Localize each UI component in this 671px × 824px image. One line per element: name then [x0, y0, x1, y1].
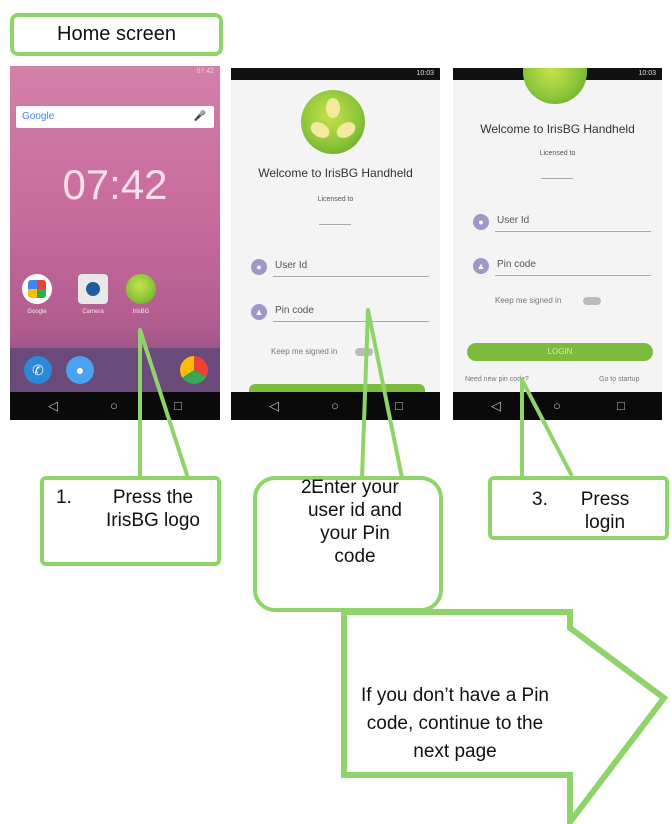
license-line [541, 178, 573, 179]
app-label-irisbg: IrisBG [132, 309, 150, 315]
keep-signed-toggle[interactable] [355, 348, 373, 356]
lock-icon: ▲ [473, 258, 489, 274]
nav-bar: ◁ ○ □ [453, 392, 662, 420]
step3-text: Press login [580, 489, 630, 533]
status-bar: 07:42 [10, 66, 220, 78]
irisbg-app-icon[interactable] [126, 274, 156, 304]
step2-text: Enter your user id and your Pin code [307, 477, 402, 567]
status-time: 10:03 [638, 70, 656, 77]
recents-icon[interactable]: □ [617, 398, 625, 413]
user-icon: ● [473, 214, 489, 230]
app-label-camera: Camera [82, 309, 104, 315]
user-id-underline [273, 276, 429, 277]
pin-code-underline [273, 321, 429, 322]
welcome-title: Welcome to IrisBG Handheld [258, 166, 413, 180]
pin-code-input[interactable]: Pin code [497, 259, 536, 270]
step3-number: 3. [532, 489, 548, 510]
home-icon[interactable]: ○ [553, 398, 561, 413]
step3-callout: 3. Press login [488, 476, 669, 540]
step1-number: 1. [56, 487, 72, 508]
welcome-title: Welcome to IrisBG Handheld [480, 122, 635, 136]
app-google[interactable] [22, 274, 52, 304]
chrome-app-icon[interactable] [180, 356, 208, 384]
app-label-google: Google [27, 309, 47, 315]
recents-icon[interactable]: □ [395, 398, 403, 413]
step1-text: Press the IrisBG logo [106, 487, 200, 531]
home-clock: 07:42 [62, 161, 168, 208]
login-button[interactable]: LOGIN [467, 343, 653, 361]
user-icon: ● [251, 259, 267, 275]
contacts-app-icon[interactable]: ● [66, 356, 94, 384]
recents-icon[interactable]: □ [174, 398, 182, 413]
back-icon[interactable]: ◁ [48, 398, 58, 414]
login-screen-phone-2: 10:03 Welcome to IrisBG Handheld License… [453, 68, 662, 420]
user-id-underline [495, 231, 651, 232]
nav-bar: ◁ ○ □ [231, 392, 440, 420]
status-time: 07:42 [196, 68, 214, 75]
login-button-label: LOGIN [547, 347, 573, 356]
login-screen-phone-1: 10:03 Welcome to IrisBG Handheld License… [231, 68, 440, 420]
app-camera[interactable] [78, 274, 108, 304]
phone-app-icon[interactable]: ✆ [24, 356, 52, 384]
keep-signed-label: Keep me signed in [271, 347, 338, 356]
mic-icon[interactable]: 🎤 [194, 111, 206, 122]
home-screen-label: Home screen [10, 13, 223, 56]
lock-icon: ▲ [251, 304, 267, 320]
user-id-input[interactable]: User Id [497, 215, 529, 226]
keep-signed-label: Keep me signed in [495, 296, 562, 305]
go-startup-link[interactable]: Go to startup [599, 376, 639, 383]
user-id-input[interactable]: User Id [275, 260, 307, 271]
status-bar: 10:03 [231, 68, 440, 80]
camera-icon [86, 282, 100, 296]
nav-bar: ◁ ○ □ [10, 392, 220, 420]
license-line [319, 224, 351, 225]
arrow-note: If you don’t have a Pin code, continue t… [360, 685, 549, 762]
pin-code-input[interactable]: Pin code [275, 305, 314, 316]
need-pin-link[interactable]: Need new pin code? [465, 376, 529, 383]
home-icon[interactable]: ○ [110, 398, 118, 413]
home-icon[interactable]: ○ [331, 398, 339, 413]
step1-callout: 1. Press the IrisBG logo [40, 476, 221, 566]
maps-icon [28, 280, 46, 298]
status-time: 10:03 [416, 70, 434, 77]
step2-callout: 2. Enter your user id and your Pin code [253, 476, 443, 612]
google-logo: Google [22, 111, 55, 122]
back-icon[interactable]: ◁ [491, 398, 501, 414]
licensed-to: Licensed to [317, 196, 354, 203]
back-icon[interactable]: ◁ [269, 398, 279, 414]
google-search-bar[interactable]: Google 🎤 [16, 106, 214, 128]
irisbg-logo [523, 68, 587, 104]
home-screen-text: Home screen [57, 23, 176, 45]
licensed-to: Licensed to [539, 150, 576, 157]
pin-code-underline [495, 275, 651, 276]
irisbg-logo [301, 90, 365, 154]
home-screen-phone: 07:42 Google 🎤 07:42 Google Camera IrisB… [10, 66, 220, 420]
keep-signed-toggle[interactable] [583, 297, 601, 305]
